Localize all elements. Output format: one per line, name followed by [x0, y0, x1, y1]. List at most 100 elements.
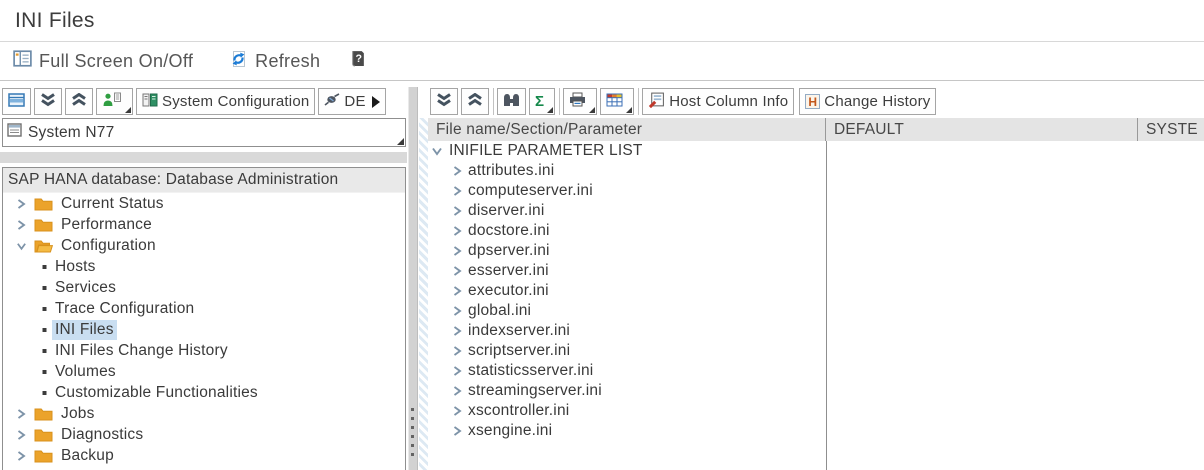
- grid-root-row[interactable]: INIFILE PARAMETER LIST: [428, 141, 1204, 161]
- chevron-right-icon[interactable]: [452, 365, 462, 377]
- file-row[interactable]: indexserver.ini: [428, 321, 1204, 341]
- system-selector-value: System N77: [28, 124, 114, 142]
- change-history-button[interactable]: H Change History: [799, 88, 936, 115]
- file-row[interactable]: xscontroller.ini: [428, 401, 1204, 421]
- nav-tree-item[interactable]: Hosts: [3, 256, 405, 277]
- chevron-down-icon[interactable]: [16, 241, 27, 251]
- chevron-right-icon[interactable]: [452, 305, 462, 317]
- nav-tree-item[interactable]: Current Status: [3, 193, 405, 214]
- bullet-icon: [42, 264, 47, 270]
- nav-tree-item[interactable]: Configuration: [3, 235, 405, 256]
- refresh-icon: [229, 50, 248, 73]
- fullscreen-toggle-button[interactable]: Full Screen On/Off: [13, 50, 193, 72]
- layout-toggle-button[interactable]: [2, 88, 31, 115]
- file-row[interactable]: xsengine.ini: [428, 421, 1204, 441]
- collapse-all-button[interactable]: [34, 88, 62, 115]
- file-row[interactable]: global.ini: [428, 301, 1204, 321]
- column-header-file-name[interactable]: File name/Section/Parameter: [428, 118, 826, 141]
- file-row[interactable]: esserver.ini: [428, 261, 1204, 281]
- help-button[interactable]: ?: [350, 50, 366, 72]
- nav-tree-item-label: Backup: [58, 446, 117, 466]
- bullet-icon: [42, 390, 47, 396]
- column-header-system[interactable]: SYSTE: [1138, 118, 1204, 141]
- chevron-right-icon[interactable]: [16, 198, 27, 210]
- chevron-right-icon[interactable]: [452, 185, 462, 197]
- refresh-button[interactable]: Refresh: [229, 50, 320, 73]
- dropdown-corner-icon: [626, 107, 632, 113]
- file-name-label: computeserver.ini: [468, 182, 593, 200]
- nav-tree-item[interactable]: Performance: [3, 214, 405, 235]
- expand-all-button[interactable]: [65, 88, 93, 115]
- print-button[interactable]: [563, 88, 597, 115]
- nav-tree-item[interactable]: Backup: [3, 445, 405, 466]
- system-configuration-button[interactable]: System Configuration: [136, 88, 315, 115]
- hatch-pattern-strip: [419, 118, 428, 470]
- nav-tree-item-label: INI Files Change History: [52, 341, 231, 361]
- chevron-right-icon[interactable]: [452, 245, 462, 257]
- file-row[interactable]: docstore.ini: [428, 221, 1204, 241]
- toolbar-separator: [638, 88, 639, 115]
- fullscreen-icon: [13, 50, 32, 72]
- nav-tree-item-label: Services: [52, 278, 119, 298]
- change-history-icon: H: [805, 94, 820, 109]
- sum-button[interactable]: Σ: [529, 88, 555, 115]
- splitter-grip-icon[interactable]: [411, 408, 414, 456]
- chevron-right-icon[interactable]: [452, 285, 462, 297]
- nav-tree-item[interactable]: Diagnostics: [3, 424, 405, 445]
- page-title: INI Files: [15, 9, 95, 33]
- column-header-default[interactable]: DEFAULT: [826, 118, 1138, 141]
- nav-tree-item-label: Customizable Functionalities: [52, 383, 261, 403]
- nav-tree-item[interactable]: Customizable Functionalities: [3, 382, 405, 403]
- nav-tree-item[interactable]: Trace Configuration: [3, 298, 405, 319]
- file-row[interactable]: statisticsserver.ini: [428, 361, 1204, 381]
- chevron-right-icon[interactable]: [16, 450, 27, 462]
- chevron-right-icon[interactable]: [16, 429, 27, 441]
- chevron-right-icon[interactable]: [452, 405, 462, 417]
- chevron-right-icon[interactable]: [16, 408, 27, 420]
- tree-root-header[interactable]: SAP HANA database: Database Administrati…: [3, 168, 405, 193]
- collapse-all-button[interactable]: [430, 88, 458, 115]
- folder-icon: [34, 197, 53, 211]
- chevron-right-icon[interactable]: [452, 265, 462, 277]
- db-connection-button[interactable]: DE: [318, 88, 385, 115]
- chevron-right-icon[interactable]: [452, 225, 462, 237]
- bullet-icon: [42, 327, 47, 333]
- grid-column-headers: File name/Section/Parameter DEFAULT SYST…: [428, 118, 1204, 141]
- panel-splitter[interactable]: [408, 87, 418, 470]
- chevron-right-icon[interactable]: [452, 385, 462, 397]
- file-name-label: xsengine.ini: [468, 422, 552, 440]
- user-menu-button[interactable]: [96, 88, 133, 115]
- system-selector[interactable]: System N77: [2, 118, 406, 147]
- host-column-info-label: Host Column Info: [669, 93, 788, 110]
- plug-icon: [324, 93, 340, 110]
- file-row[interactable]: scriptserver.ini: [428, 341, 1204, 361]
- host-column-info-button[interactable]: Host Column Info: [642, 88, 794, 115]
- file-row[interactable]: executor.ini: [428, 281, 1204, 301]
- find-button[interactable]: [497, 88, 526, 115]
- views-button[interactable]: [600, 88, 634, 115]
- nav-tree-item[interactable]: Volumes: [3, 361, 405, 382]
- file-row[interactable]: streamingserver.ini: [428, 381, 1204, 401]
- nav-tree-item[interactable]: INI Files: [3, 319, 405, 340]
- column-separator-line: [826, 141, 827, 470]
- navigation-toolbar: System Configuration DE: [2, 88, 406, 115]
- scroll-right-icon: [372, 96, 380, 108]
- chevron-right-icon[interactable]: [452, 325, 462, 337]
- chevron-right-icon[interactable]: [452, 425, 462, 437]
- bullet-icon: [42, 306, 47, 312]
- file-row[interactable]: attributes.ini: [428, 161, 1204, 181]
- nav-tree-item[interactable]: INI Files Change History: [3, 340, 405, 361]
- chevron-right-icon[interactable]: [452, 205, 462, 217]
- nav-tree-item[interactable]: Jobs: [3, 403, 405, 424]
- chevron-right-icon[interactable]: [16, 219, 27, 231]
- nav-tree-item[interactable]: Services: [3, 277, 405, 298]
- file-row[interactable]: computeserver.ini: [428, 181, 1204, 201]
- chevron-right-icon[interactable]: [452, 345, 462, 357]
- expand-all-button[interactable]: [461, 88, 489, 115]
- system-window-icon: [7, 123, 22, 142]
- file-row[interactable]: diserver.ini: [428, 201, 1204, 221]
- file-row[interactable]: dpserver.ini: [428, 241, 1204, 261]
- chevron-down-icon[interactable]: [431, 146, 443, 156]
- file-name-label: statisticsserver.ini: [468, 362, 593, 380]
- chevron-right-icon[interactable]: [452, 165, 462, 177]
